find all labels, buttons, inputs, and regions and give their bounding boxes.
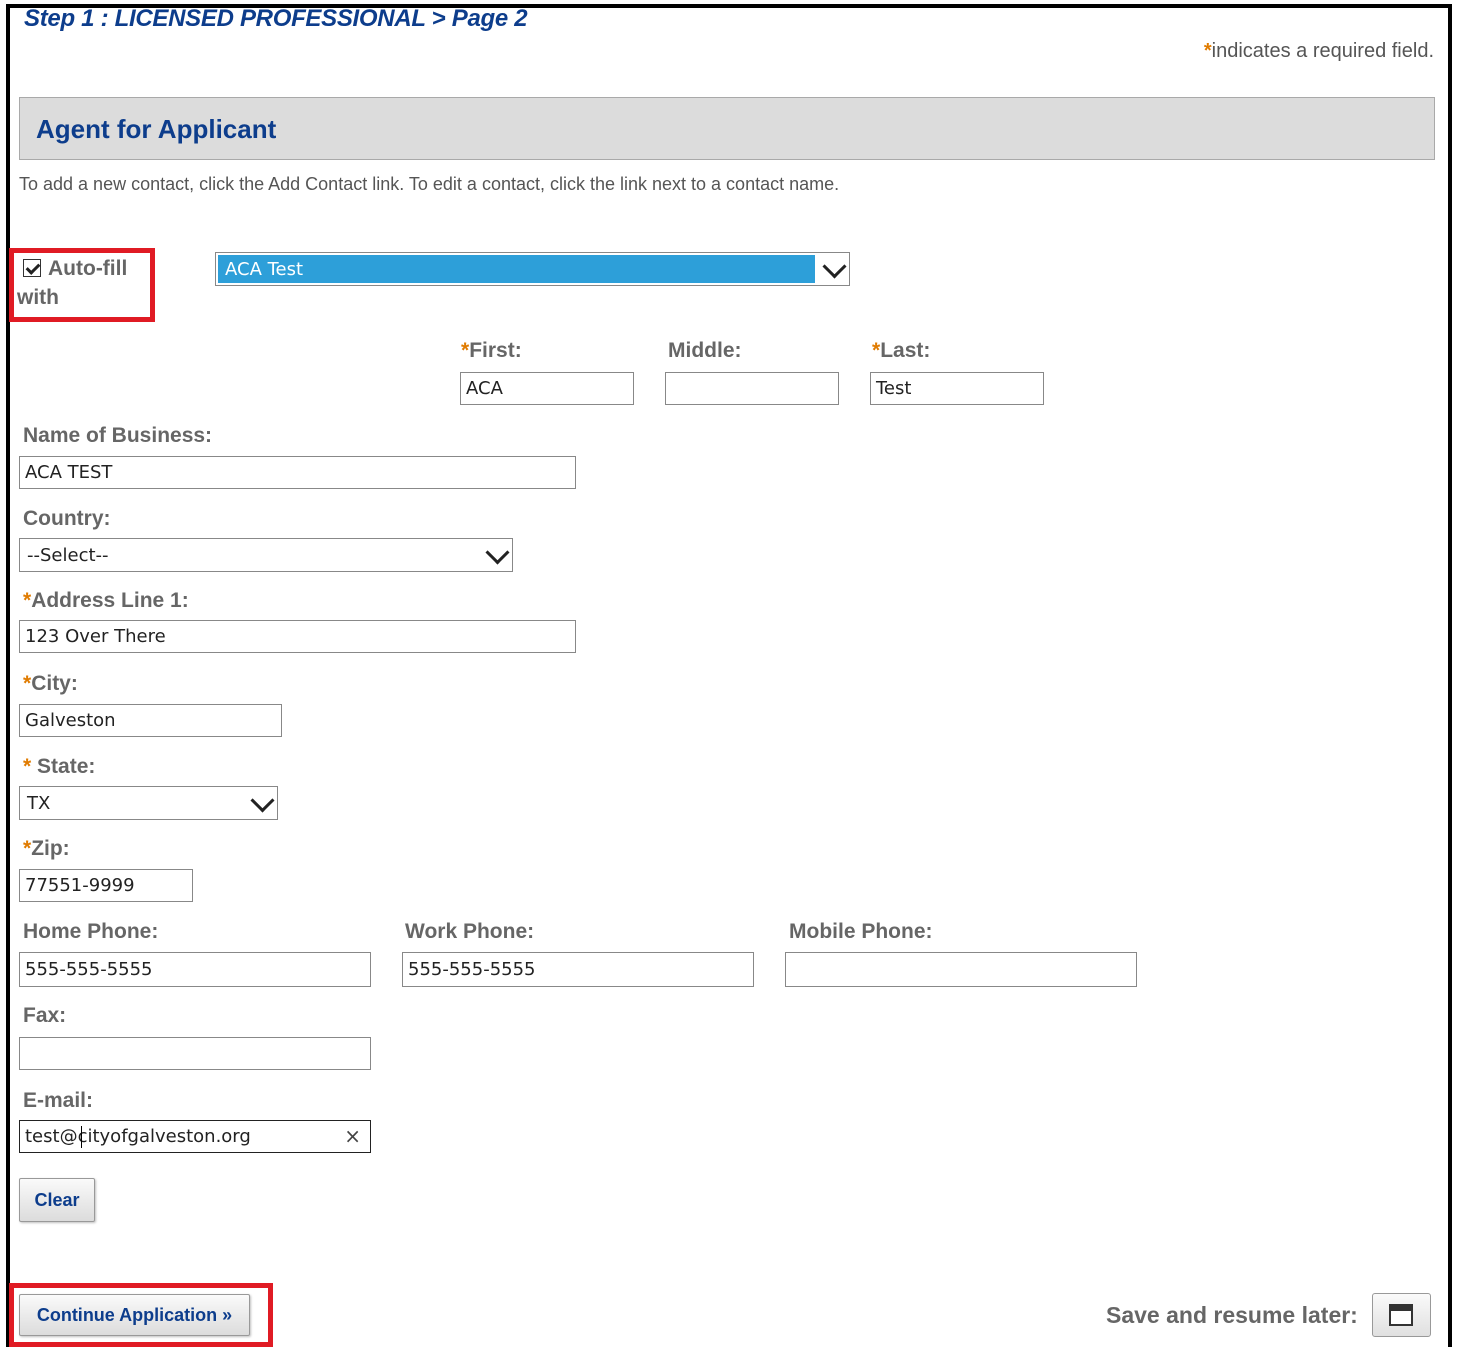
- section-header: Agent for Applicant: [19, 97, 1435, 160]
- required-note: *indicates a required field.: [1204, 40, 1434, 63]
- mobile-phone-input[interactable]: [785, 952, 1137, 987]
- required-star: *: [1203, 40, 1212, 62]
- autofill-label-line1: Auto-fill: [48, 257, 128, 280]
- zip-label: *Zip:: [23, 837, 70, 861]
- country-select[interactable]: --Select--: [19, 538, 513, 572]
- address1-input[interactable]: 123 Over There: [19, 620, 576, 653]
- clear-input-icon[interactable]: ×: [344, 1124, 361, 1148]
- fax-label: Fax:: [23, 1004, 67, 1027]
- autofill-label: Auto-fill with: [17, 254, 147, 312]
- business-input[interactable]: ACA TEST: [19, 456, 576, 489]
- required-star: *: [461, 339, 470, 362]
- email-value-before-caret: test: [25, 1126, 60, 1147]
- mobile-phone-label: Mobile Phone:: [789, 920, 933, 943]
- state-selected: TX: [27, 792, 51, 814]
- email-value-after-caret: @cityofgalveston.org: [59, 1126, 251, 1147]
- section-title: Agent for Applicant: [36, 114, 277, 144]
- address1-label-text: Address Line 1:: [31, 589, 189, 612]
- first-label-text: First:: [469, 339, 522, 362]
- zip-label-text: Zip:: [31, 837, 70, 860]
- required-star: *: [23, 589, 32, 612]
- step-title: Step 1 : LICENSED PROFESSIONAL > Page 2: [24, 5, 528, 32]
- email-label: E-mail:: [23, 1089, 94, 1112]
- save-resume-label: Save and resume later:: [1106, 1302, 1358, 1328]
- autofill-label-line2: with: [17, 286, 59, 309]
- save-resume-button[interactable]: [1372, 1293, 1431, 1337]
- work-phone-label: Work Phone:: [405, 920, 535, 943]
- required-star: *: [23, 672, 32, 695]
- chevron-down-icon: [822, 254, 847, 279]
- first-label: *First:: [461, 339, 522, 363]
- last-name-input[interactable]: Test: [870, 372, 1044, 405]
- help-text: To add a new contact, click the Add Cont…: [19, 174, 840, 194]
- email-input[interactable]: test @cityofgalveston.org ×: [19, 1120, 371, 1153]
- continue-application-button[interactable]: Continue Application »: [19, 1294, 250, 1336]
- city-input[interactable]: Galveston: [19, 704, 282, 737]
- required-star: *: [23, 755, 32, 778]
- business-label: Name of Business:: [23, 424, 213, 447]
- chevron-down-icon: [485, 540, 510, 565]
- last-label: *Last:: [872, 339, 930, 363]
- work-phone-input[interactable]: 555-555-5555: [402, 952, 754, 987]
- text-caret: [81, 1126, 82, 1148]
- middle-name-input[interactable]: [665, 372, 839, 405]
- home-phone-input[interactable]: 555-555-5555: [19, 952, 371, 987]
- required-star: *: [872, 339, 881, 362]
- state-select[interactable]: TX: [19, 786, 278, 820]
- state-label-text: State:: [37, 755, 96, 778]
- country-selected: --Select--: [27, 544, 109, 566]
- first-name-input[interactable]: ACA: [460, 372, 634, 405]
- city-label: *City:: [23, 672, 78, 696]
- required-star: *: [23, 837, 32, 860]
- address1-label: *Address Line 1:: [23, 589, 189, 613]
- zip-input[interactable]: 77551-9999: [19, 869, 193, 902]
- middle-label: Middle:: [668, 339, 742, 362]
- city-label-text: City:: [31, 672, 78, 695]
- fax-input[interactable]: [19, 1037, 371, 1070]
- required-note-text: indicates a required field.: [1211, 40, 1434, 62]
- last-label-text: Last:: [880, 339, 931, 362]
- state-label: * State:: [23, 755, 95, 779]
- autofill-select[interactable]: ACA Test: [215, 252, 850, 286]
- chevron-down-icon: [250, 788, 275, 813]
- floppy-disk-icon: [1389, 1304, 1413, 1326]
- home-phone-label: Home Phone:: [23, 920, 159, 943]
- autofill-selected-option: ACA Test: [218, 255, 815, 283]
- clear-button[interactable]: Clear: [19, 1178, 95, 1222]
- country-label: Country:: [23, 507, 111, 530]
